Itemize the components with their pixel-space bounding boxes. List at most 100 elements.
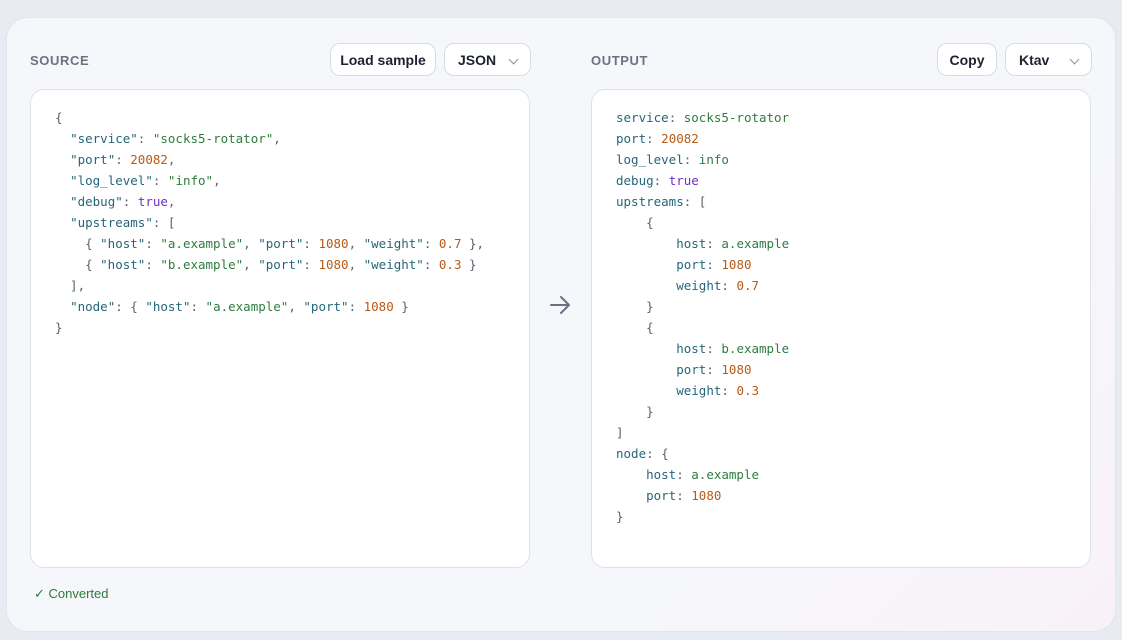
code-key: "weight" bbox=[363, 236, 424, 251]
code-punctuation: : bbox=[190, 299, 206, 314]
code-boolean: true bbox=[137, 194, 168, 209]
code-key: log_level bbox=[616, 152, 684, 167]
code-punctuation bbox=[616, 467, 646, 482]
code-punctuation bbox=[55, 131, 70, 146]
code-punctuation: , bbox=[167, 152, 176, 167]
code-punctuation: { bbox=[616, 215, 654, 230]
code-punctuation: : bbox=[145, 236, 161, 251]
code-punctuation: , bbox=[348, 257, 364, 272]
code-punctuation: , bbox=[167, 194, 176, 209]
code-string: "socks5-rotator" bbox=[152, 131, 274, 146]
code-punctuation: : bbox=[653, 173, 669, 188]
code-string: socks5-rotator bbox=[683, 110, 790, 125]
code-punctuation bbox=[616, 383, 676, 398]
code-key: "port" bbox=[70, 152, 116, 167]
code-key: host bbox=[676, 341, 707, 356]
code-punctuation: { bbox=[55, 110, 63, 125]
source-format-select[interactable]: JSON bbox=[444, 43, 531, 76]
code-line: log_level: info bbox=[616, 149, 789, 170]
code-punctuation: : bbox=[721, 278, 737, 293]
copy-button[interactable]: Copy bbox=[937, 43, 997, 76]
code-punctuation: } bbox=[616, 509, 624, 524]
chevron-down-icon bbox=[508, 54, 519, 65]
code-key: port bbox=[646, 488, 677, 503]
code-punctuation: : bbox=[706, 362, 722, 377]
load-sample-button[interactable]: Load sample bbox=[330, 43, 436, 76]
code-key: "host" bbox=[145, 299, 191, 314]
chevron-down-icon bbox=[1069, 54, 1080, 65]
code-line: ], bbox=[55, 275, 484, 296]
code-key: host bbox=[676, 236, 707, 251]
code-key: "port" bbox=[258, 236, 304, 251]
code-line: "upstreams": [ bbox=[55, 212, 484, 233]
code-number: 1080 bbox=[318, 257, 349, 272]
code-string: "a.example" bbox=[160, 236, 244, 251]
code-line: port: 1080 bbox=[616, 254, 789, 275]
code-string: a.example bbox=[691, 467, 760, 482]
code-punctuation: , bbox=[273, 131, 281, 146]
code-number: 0.7 bbox=[438, 236, 462, 251]
code-punctuation: { bbox=[55, 257, 101, 272]
code-punctuation: { bbox=[55, 236, 101, 251]
output-format-select[interactable]: Ktav bbox=[1005, 43, 1092, 76]
code-key: "debug" bbox=[70, 194, 123, 209]
code-punctuation: } bbox=[616, 299, 654, 314]
code-key: upstreams bbox=[616, 194, 684, 209]
code-line: ] bbox=[616, 422, 789, 443]
code-key: "node" bbox=[70, 299, 116, 314]
code-punctuation bbox=[616, 257, 676, 272]
code-punctuation: , bbox=[348, 236, 364, 251]
code-punctuation: : bbox=[706, 341, 722, 356]
code-line: node: { bbox=[616, 443, 789, 464]
code-line: "log_level": "info", bbox=[55, 170, 484, 191]
output-code: service: socks5-rotator port: 20082 log_le… bbox=[616, 107, 789, 527]
code-punctuation: : bbox=[683, 152, 699, 167]
status-message: ✓ Converted bbox=[34, 586, 109, 601]
code-punctuation: : bbox=[423, 236, 439, 251]
code-punctuation: ], bbox=[55, 278, 86, 293]
code-line: port: 1080 bbox=[616, 485, 789, 506]
output-editor: service: socks5-rotator port: 20082 log_le… bbox=[591, 89, 1091, 568]
code-string: "info" bbox=[167, 173, 214, 188]
code-key: "weight" bbox=[363, 257, 424, 272]
code-number: 20082 bbox=[130, 152, 168, 167]
output-label: OUTPUT bbox=[591, 53, 649, 68]
code-key: weight bbox=[676, 383, 722, 398]
code-line: } bbox=[616, 296, 789, 317]
code-line: weight: 0.3 bbox=[616, 380, 789, 401]
code-key: debug bbox=[616, 173, 654, 188]
code-number: 1080 bbox=[318, 236, 349, 251]
code-line: host: b.example bbox=[616, 338, 789, 359]
code-line: host: a.example bbox=[616, 233, 789, 254]
code-string: info bbox=[698, 152, 729, 167]
code-punctuation bbox=[55, 215, 70, 230]
code-punctuation: : bbox=[348, 299, 364, 314]
code-key: "port" bbox=[303, 299, 349, 314]
code-line: { "host": "a.example", "port": 1080, "we… bbox=[55, 233, 484, 254]
code-line: "node": { "host": "a.example", "port": 1… bbox=[55, 296, 484, 317]
code-line: } bbox=[55, 317, 484, 338]
code-key: weight bbox=[676, 278, 722, 293]
code-number: 0.3 bbox=[736, 383, 760, 398]
code-punctuation: : [ bbox=[152, 215, 176, 230]
code-punctuation: : bbox=[115, 152, 131, 167]
code-number: 1080 bbox=[363, 299, 394, 314]
code-number: 0.7 bbox=[736, 278, 760, 293]
code-punctuation: : bbox=[676, 488, 692, 503]
code-line: "service": "socks5-rotator", bbox=[55, 128, 484, 149]
code-key: service bbox=[616, 110, 669, 125]
code-key: node bbox=[616, 446, 647, 461]
code-punctuation: : { bbox=[646, 446, 669, 461]
code-punctuation: } bbox=[393, 299, 409, 314]
code-key: "port" bbox=[258, 257, 304, 272]
code-key: "log_level" bbox=[70, 173, 153, 188]
source-editor[interactable]: { "service": "socks5-rotator", "port": 2… bbox=[30, 89, 530, 568]
code-key: host bbox=[646, 467, 677, 482]
code-punctuation: : bbox=[122, 194, 138, 209]
code-key: port bbox=[616, 131, 647, 146]
code-number: 1080 bbox=[721, 257, 752, 272]
code-line: "debug": true, bbox=[55, 191, 484, 212]
code-line: port: 1080 bbox=[616, 359, 789, 380]
code-punctuation: : bbox=[303, 236, 319, 251]
code-line: port: 20082 bbox=[616, 128, 789, 149]
